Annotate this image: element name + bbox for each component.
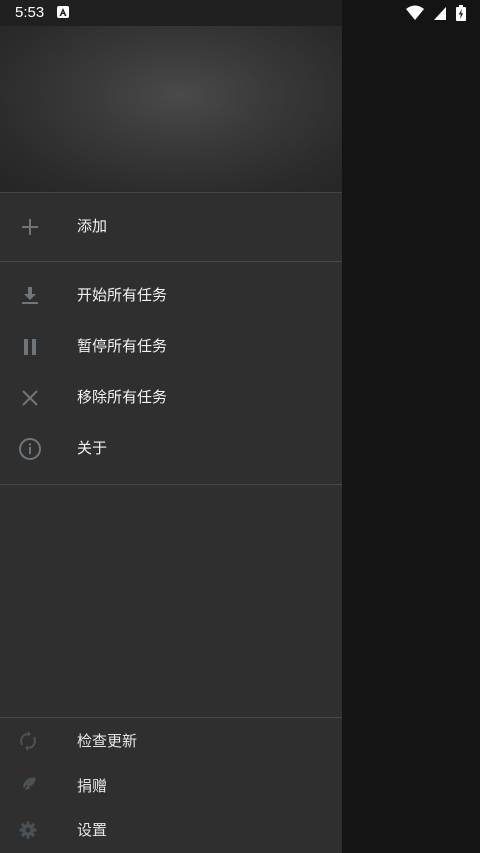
pause-icon — [18, 335, 42, 359]
menu-item-settings[interactable]: 设置 — [0, 809, 342, 853]
battery-charging-icon — [456, 5, 466, 21]
donate-feather-icon — [18, 776, 38, 796]
menu-item-label: 关于 — [77, 439, 108, 457]
status-time: 5:53 — [15, 4, 45, 21]
navigation-drawer: 添加 开始所有任务 暂停所有任务 移除所有任务 关于 检查更新 捐赠 设置 — [0, 26, 342, 853]
menu-item-label: 暂停所有任务 — [77, 337, 168, 355]
app-notification-icon — [57, 6, 69, 18]
menu-item-start-all-tasks[interactable]: 开始所有任务 — [0, 271, 342, 321]
wifi-icon — [405, 5, 424, 20]
menu-item-check-update[interactable]: 检查更新 — [0, 720, 342, 764]
menu-item-label: 移除所有任务 — [77, 388, 168, 406]
drawer-scrim[interactable] — [342, 26, 480, 853]
menu-item-donate[interactable]: 捐赠 — [0, 765, 342, 809]
menu-item-label: 添加 — [77, 217, 108, 235]
sync-icon — [18, 731, 38, 751]
menu-item-remove-all-tasks[interactable]: 移除所有任务 — [0, 373, 342, 423]
menu-item-label: 开始所有任务 — [77, 286, 168, 304]
drawer-header — [0, 26, 342, 193]
divider — [0, 484, 342, 485]
cell-signal-icon — [433, 7, 446, 20]
gear-icon — [18, 820, 38, 840]
download-icon — [18, 284, 42, 308]
menu-item-label: 检查更新 — [77, 732, 138, 750]
status-bar: 5:53 — [0, 0, 480, 26]
menu-item-about[interactable]: 关于 — [0, 424, 342, 474]
menu-item-label: 捐赠 — [77, 777, 108, 795]
menu-item-pause-all-tasks[interactable]: 暂停所有任务 — [0, 322, 342, 372]
plus-icon — [18, 215, 42, 239]
info-icon — [18, 437, 42, 461]
close-icon — [18, 386, 42, 410]
app-screen: 5:53 添加 开始所有任务 暂停所有任务 移除所有任务 关于 检查更新 捐赠 … — [0, 0, 480, 853]
status-icons — [402, 5, 466, 21]
menu-item-label: 设置 — [77, 821, 108, 839]
menu-item-add[interactable]: 添加 — [0, 202, 342, 252]
divider — [0, 261, 342, 262]
divider — [0, 717, 342, 718]
